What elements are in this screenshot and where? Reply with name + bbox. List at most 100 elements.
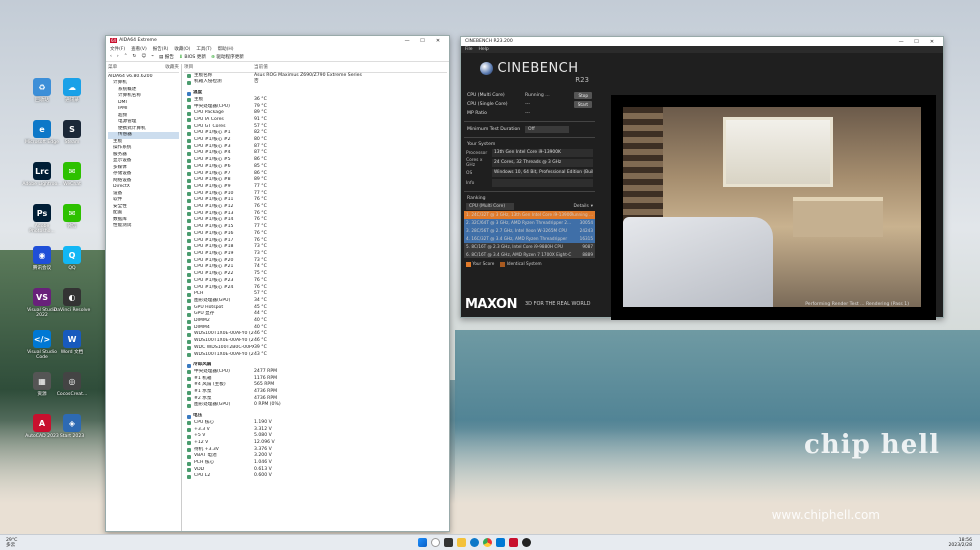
tree-tab-menu[interactable]: 菜单: [108, 65, 117, 72]
explorer-icon[interactable]: [457, 538, 466, 547]
ranking-row[interactable]: 5. 8C/16T @ 2.3 GHz, Intel Core i9-9880H…: [464, 242, 595, 251]
sensor-row[interactable]: 中央处理器(CPU) 79 °C: [184, 104, 447, 111]
sensor-row[interactable]: CPU #1/核心 #13 76 °C: [184, 211, 447, 218]
desktop-icon[interactable]: Q QQ: [52, 246, 92, 271]
menu-report[interactable]: 报告(R): [153, 46, 169, 52]
sensor-row[interactable]: CPU #1/核心 #20 73 °C: [184, 258, 447, 265]
sensor-row[interactable]: CPU #1/核心 #9 77 °C: [184, 184, 447, 191]
minimize-icon[interactable]: —: [400, 38, 414, 44]
ranking-list[interactable]: 1. 24C/32T @ 3 GHz, 13th Gen Intel Core …: [464, 211, 595, 259]
maximize-icon[interactable]: ☐: [416, 38, 430, 44]
menu-file[interactable]: File: [465, 47, 473, 52]
sensor-list[interactable]: 项目 当前值 主板名称 Asus ROG Maximus Z690/Z790 Ext…: [182, 64, 449, 531]
column-item[interactable]: 项目: [184, 65, 254, 72]
details-button[interactable]: Details: [574, 204, 589, 209]
sensor-row[interactable]: WDC WDS100T2B0C-00PXH039 °C: [184, 345, 447, 352]
sensor-row[interactable]: CPU #1/核心 #23 76 °C: [184, 278, 447, 285]
ranking-row[interactable]: 3. 28C/56T @ 2.7 GHz, Intel Xeon W-3265M…: [464, 226, 595, 235]
sensor-row[interactable]: CPU IA Cores 91 °C: [184, 117, 447, 124]
sensor-row[interactable]: VDD 0.613 V: [184, 467, 447, 474]
sensor-row[interactable]: GPU Hotspot 45 °C: [184, 305, 447, 312]
sensor-row[interactable]: CPU #1/核心 #5 86 °C: [184, 157, 447, 164]
report-button[interactable]: ▤ 报告: [159, 54, 174, 60]
aida64-tree[interactable]: 菜单 收藏夹 AIDA64 v6.80.6200 计算机 系统概述 计算机名称 DMI IP…: [106, 64, 182, 531]
weather-widget[interactable]: 29°C 多云: [0, 538, 60, 548]
cinebench-window[interactable]: CINEBENCH R23.200 — ☐ ✕ File Help CINEBE…: [460, 36, 944, 320]
sensor-row[interactable]: CPU #1/核心 #7 86 °C: [184, 171, 447, 178]
sensor-row[interactable]: CPU #1/核心 #14 76 °C: [184, 217, 447, 224]
desktop-icon[interactable]: ✉ WeChat: [52, 162, 92, 187]
aida64-icon[interactable]: [509, 538, 518, 547]
desktop-icon[interactable]: ◎ CocosCreat...: [52, 372, 92, 397]
sensor-row[interactable]: 主板 36 °C: [184, 97, 447, 104]
sensor-row[interactable]: #4 风扇 (主板) 565 RPM: [184, 382, 447, 389]
chrome-icon[interactable]: [483, 538, 492, 547]
sensor-row[interactable]: 图形处理器(GPU) 34 °C: [184, 298, 447, 305]
sensor-row[interactable]: CPU L2 0.600 V: [184, 473, 447, 480]
ranking-row[interactable]: 2. 32C/64T @ 3 GHz, AMD Ryzen Threadripp…: [464, 218, 595, 227]
desktop-icon[interactable]: ◐ DaVinci Resolve: [52, 288, 92, 313]
desktop-icon[interactable]: ☁ 通讯录: [52, 78, 92, 103]
up-icon[interactable]: ⌃: [124, 54, 128, 59]
duration-select[interactable]: Off: [525, 126, 569, 133]
maximize-icon[interactable]: ☐: [910, 39, 924, 45]
start-icon[interactable]: [418, 538, 427, 547]
sensor-row[interactable]: CPU #1/核心 #4 87 °C: [184, 150, 447, 157]
edge-icon[interactable]: [470, 538, 479, 547]
driver-update-button[interactable]: ⊕ 驱动程序更新: [211, 54, 244, 60]
sensor-row[interactable]: CPU Package 89 °C: [184, 110, 447, 117]
sensor-row[interactable]: CPU #1/核心 #16 76 °C: [184, 231, 447, 238]
sensor-row[interactable]: CPU #1/核心 #22 75 °C: [184, 271, 447, 278]
sensor-row[interactable]: 主板名称 Asus ROG Maximus Z690/Z790 Extreme S…: [184, 73, 447, 80]
sensor-row[interactable]: CPU #1/核心 #21 74 °C: [184, 264, 447, 271]
sensor-row[interactable]: CPU #1/核心 #8 89 °C: [184, 177, 447, 184]
vscode-icon[interactable]: [496, 538, 505, 547]
ranking-row[interactable]: 4. 16C/32T @ 3.4 GHz, AMD Ryzen Threadri…: [464, 234, 595, 243]
cinebench-icon[interactable]: [522, 538, 531, 547]
sensor-row[interactable]: CPU #1/核心 #12 76 °C: [184, 204, 447, 211]
desktop-icon[interactable]: ◈ Start 2023: [52, 414, 92, 439]
ranking-select[interactable]: CPU (Multi Core): [466, 203, 514, 210]
sensor-row[interactable]: WDS100T1X0E-00AFY0 (204...46 °C: [184, 331, 447, 338]
menu-view[interactable]: 查看(V): [131, 46, 147, 52]
sensor-row[interactable]: 待机 +3.3V 3.376 V: [184, 447, 447, 454]
close-icon[interactable]: ✕: [431, 38, 445, 44]
sensor-row[interactable]: DIMM2 40 °C: [184, 318, 447, 325]
sensor-row[interactable]: PCH 核心 1.046 V: [184, 460, 447, 467]
desktop-icon[interactable]: ✉ 微信: [52, 204, 92, 229]
sensor-row[interactable]: CPU #1/核心 #2 80 °C: [184, 137, 447, 144]
sensor-row[interactable]: CPU #1/核心 #24 76 °C: [184, 285, 447, 292]
tree-tab-favorites[interactable]: 收藏夹: [165, 65, 179, 72]
user-icon[interactable]: ☺: [141, 54, 146, 59]
sensor-row[interactable]: CPU 核心 1.190 V: [184, 420, 447, 427]
menu-file[interactable]: 文件(F): [110, 46, 125, 52]
cinebench-titlebar[interactable]: CINEBENCH R23.200 — ☐ ✕: [461, 37, 943, 46]
close-icon[interactable]: ✕: [925, 39, 939, 45]
tree-item[interactable]: 性能测试: [108, 223, 179, 230]
sensor-row[interactable]: WDS100T1X0E-00AFY0 (204...43 °C: [184, 352, 447, 359]
section-header[interactable]: 冷却风扇: [184, 358, 447, 369]
section-header[interactable]: 温度: [184, 86, 447, 97]
sensor-row[interactable]: CPU #1/核心 #6 85 °C: [184, 164, 447, 171]
desktop-icon[interactable]: S Steam: [52, 120, 92, 145]
column-value[interactable]: 当前值: [254, 65, 268, 72]
sensor-row[interactable]: #1 水泵 4736 RPM: [184, 389, 447, 396]
menu-favorites[interactable]: 收藏(O): [174, 46, 190, 52]
sensor-row[interactable]: #2 水泵 4736 RPM: [184, 396, 447, 403]
sensor-row[interactable]: GPU 显存 44 °C: [184, 311, 447, 318]
sensor-row[interactable]: +3.3 V 3.312 V: [184, 427, 447, 434]
refresh-icon[interactable]: ↻: [133, 54, 137, 59]
sensor-row[interactable]: CPU #1/核心 #19 73 °C: [184, 251, 447, 258]
chevron-down-icon[interactable]: ▾: [591, 204, 593, 209]
desktop-icon[interactable]: W Word 文档: [52, 330, 92, 355]
back-icon[interactable]: ‹: [110, 54, 112, 59]
start-button[interactable]: Start: [573, 101, 592, 108]
chart-icon[interactable]: ⌁: [151, 54, 154, 59]
sensor-row[interactable]: CPU #1/核心 #1 82 °C: [184, 130, 447, 137]
sensor-row[interactable]: WDS100T1X0E-00AFY0 (204...46 °C: [184, 338, 447, 345]
system-tray[interactable]: 18:56 2023/2/28: [948, 538, 980, 548]
bios-update-button[interactable]: ⬇ BIOS 更新: [179, 54, 206, 60]
ranking-row[interactable]: 1. 24C/32T @ 3 GHz, 13th Gen Intel Core …: [464, 211, 595, 219]
menu-help[interactable]: Help: [479, 47, 489, 52]
sensor-row[interactable]: CPU #1/核心 #18 73 °C: [184, 244, 447, 251]
